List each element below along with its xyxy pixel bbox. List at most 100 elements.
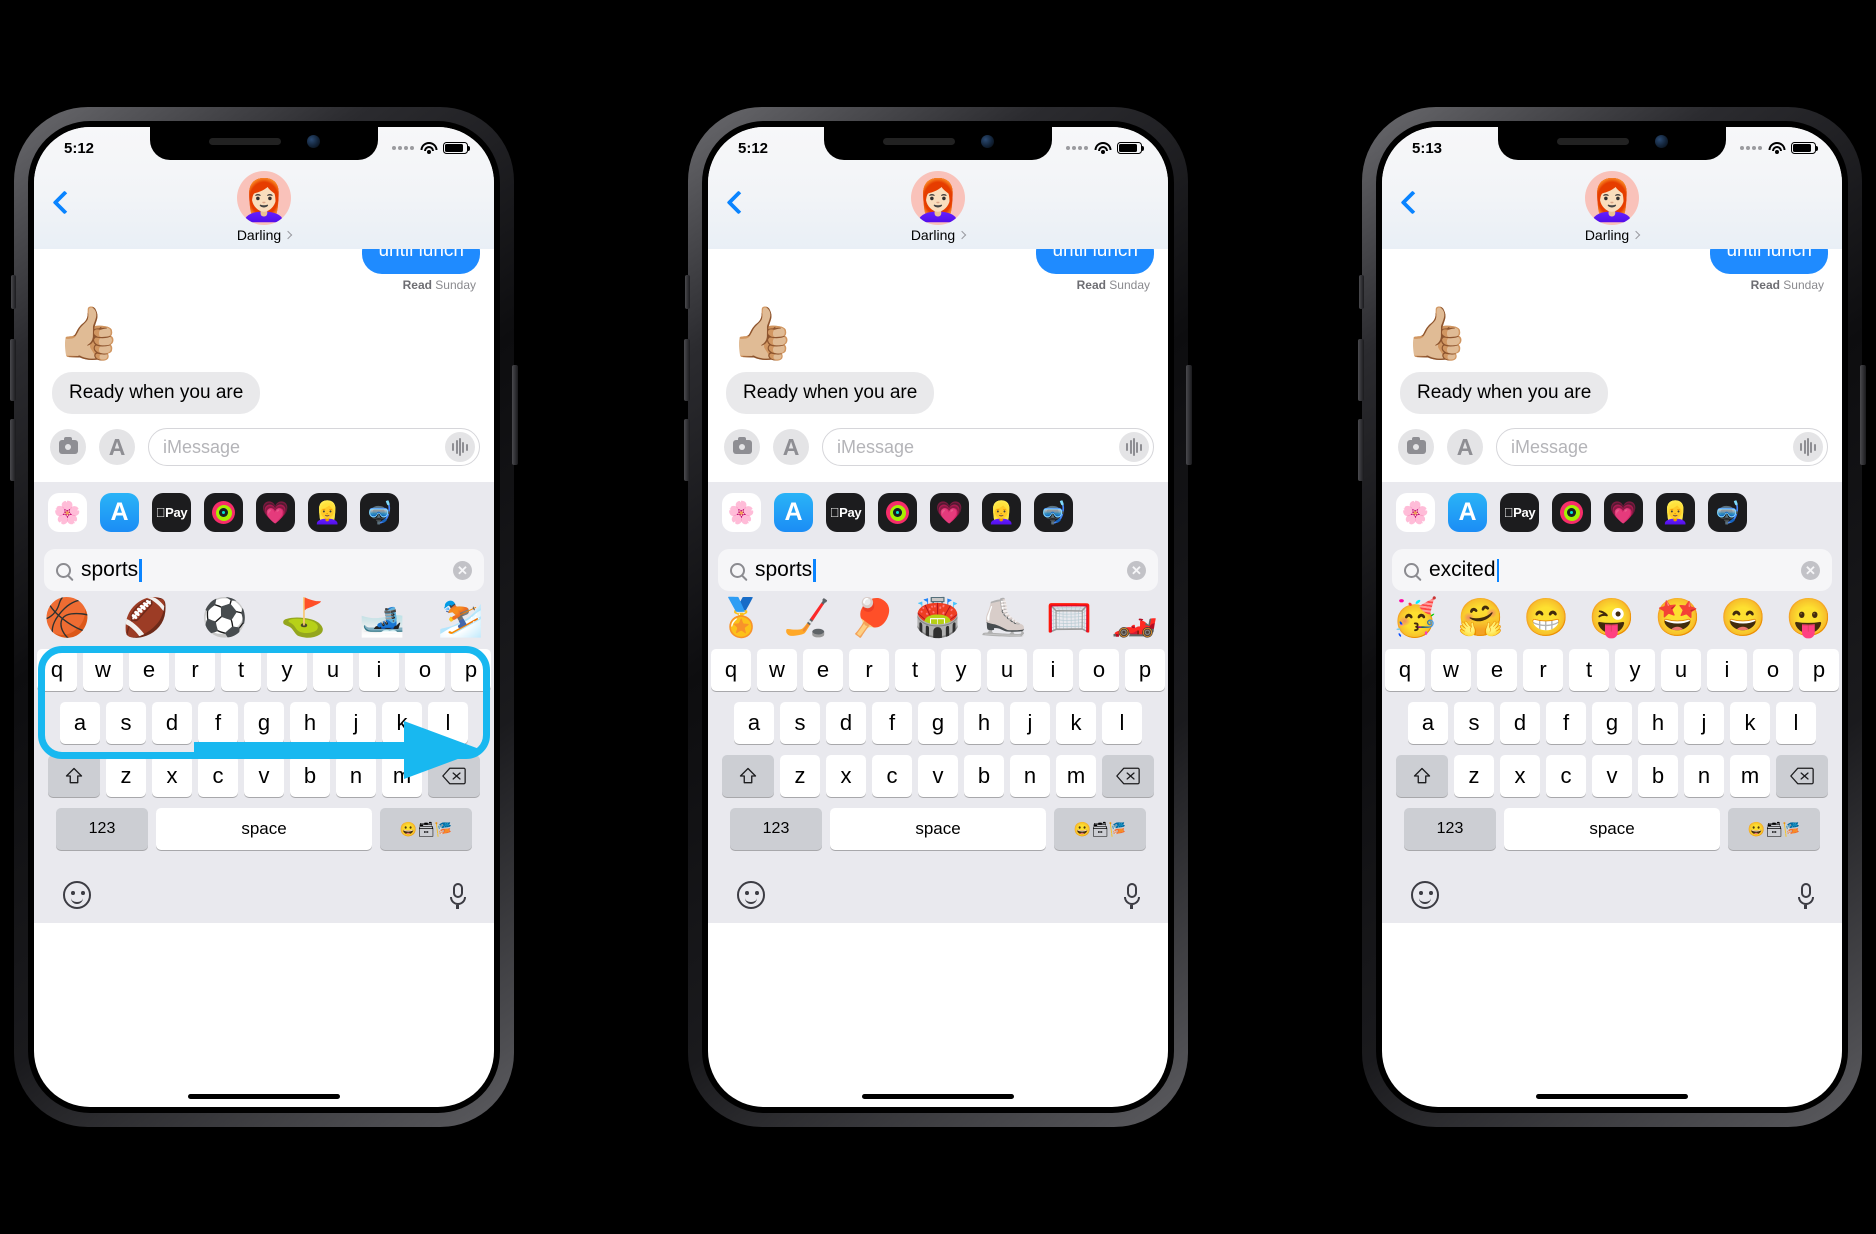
app-icon-memoji[interactable]: 👱‍♀️ [308,493,347,532]
key-h[interactable]: h [964,702,1004,744]
key-y[interactable]: y [267,649,307,691]
key-k[interactable]: k [382,702,422,744]
clear-search-button[interactable]: ✕ [453,560,472,580]
back-chevron-icon[interactable] [52,190,77,215]
audio-waveform-icon[interactable] [445,432,475,462]
keyboard-2[interactable]: q w e r t y u i o p a s d f g h j k l z … [708,645,1168,923]
key-e[interactable]: e [1477,649,1517,691]
app-icon-app-store[interactable]: A [1448,493,1487,532]
key-c[interactable]: c [198,755,238,797]
space-key[interactable]: space [830,808,1046,850]
key-c[interactable]: c [872,755,912,797]
key-f[interactable]: f [872,702,912,744]
keyboard-3[interactable]: q w e r t y u i o p a s d f g h j k l z … [1382,645,1842,923]
key-n[interactable]: n [1684,755,1724,797]
key-p[interactable]: p [1125,649,1165,691]
key-b[interactable]: b [964,755,1004,797]
contact-header-3[interactable]: 👩🏻‍🦰 Darling [1584,171,1641,243]
emoji-result[interactable]: ⛳ [280,599,326,636]
memoji-avatar[interactable]: 👩🏻‍🦰 [236,171,291,225]
emoji-result[interactable]: 😄 [1720,599,1766,636]
memoji-avatar[interactable]: 👩🏻‍🦰 [1584,171,1639,225]
key-p[interactable]: p [451,649,491,691]
emoji-keyboard-icon[interactable] [1411,881,1439,909]
app-icon-app-store[interactable]: A [774,493,813,532]
key-s[interactable]: s [1454,702,1494,744]
app-icon-photos[interactable]: 🌸 [1396,493,1435,532]
numbers-key[interactable]: 123 [1404,808,1496,850]
imessage-app-drawer-2[interactable]: 🌸 A Pay 💗 👱‍♀️ 🤿 [708,482,1168,543]
app-icon-memoji-sticker[interactable]: 🤿 [1708,493,1747,532]
key-u[interactable]: u [313,649,353,691]
app-icon-health[interactable]: 💗 [930,493,969,532]
key-d[interactable]: d [152,702,192,744]
imessage-input[interactable]: iMessage [148,428,480,466]
emoji-result[interactable]: 🤩 [1655,599,1701,636]
memoji-avatar[interactable]: 👩🏻‍🦰 [910,171,965,225]
key-s[interactable]: s [106,702,146,744]
app-icon-photos[interactable]: 🌸 [722,493,761,532]
key-r[interactable]: r [849,649,889,691]
shift-key[interactable] [1396,755,1448,797]
mute-switch[interactable] [685,275,690,309]
microphone-icon[interactable] [450,883,466,909]
emoji-result[interactable]: ⚽ [202,599,248,636]
app-icon-apple-pay[interactable]: Pay [152,493,191,532]
key-u[interactable]: u [1661,649,1701,691]
emoji-search-field-2[interactable]: sports ✕ [718,549,1158,591]
emoji-result[interactable]: 🤗 [1458,599,1504,636]
key-k[interactable]: k [1056,702,1096,744]
key-z[interactable]: z [780,755,820,797]
delete-key[interactable] [1776,755,1828,797]
key-b[interactable]: b [290,755,330,797]
key-z[interactable]: z [1454,755,1494,797]
key-g[interactable]: g [244,702,284,744]
key-y[interactable]: y [1615,649,1655,691]
home-indicator-2[interactable] [862,1094,1014,1099]
audio-waveform-icon[interactable] [1119,432,1149,462]
key-n[interactable]: n [1010,755,1050,797]
imessage-input[interactable]: iMessage [822,428,1154,466]
back-chevron-icon[interactable] [726,190,751,215]
shift-key[interactable] [722,755,774,797]
home-indicator-3[interactable] [1536,1094,1688,1099]
power-button[interactable] [512,365,518,465]
delete-key[interactable] [1102,755,1154,797]
home-indicator-1[interactable] [188,1094,340,1099]
key-o[interactable]: o [1753,649,1793,691]
key-r[interactable]: r [1523,649,1563,691]
emoji-results-row-2[interactable]: 🏅 🏒 🏓 🏟️ ⛸️ 🥅 🏎️ [718,591,1158,645]
key-m[interactable]: m [382,755,422,797]
imessage-app-drawer-1[interactable]: 🌸 A Pay 💗 👱‍♀️ 🤿 [34,482,494,543]
key-g[interactable]: g [918,702,958,744]
key-m[interactable]: m [1056,755,1096,797]
audio-waveform-icon[interactable] [1793,432,1823,462]
emoji-result[interactable]: ⛸️ [981,599,1027,636]
app-icon-fitness[interactable] [878,493,917,532]
key-i[interactable]: i [359,649,399,691]
mute-switch[interactable] [11,275,16,309]
key-o[interactable]: o [1079,649,1119,691]
emoji-result[interactable]: 🏎️ [1112,599,1158,636]
key-v[interactable]: v [244,755,284,797]
volume-up-button[interactable] [1358,339,1364,401]
emoji-results-row-1[interactable]: 🏀 🏈 ⚽ ⛳ 🎿 ⛷️ [44,591,484,645]
key-x[interactable]: x [826,755,866,797]
key-a[interactable]: a [1408,702,1448,744]
key-c[interactable]: c [1546,755,1586,797]
imessage-input[interactable]: iMessage [1496,428,1828,466]
key-j[interactable]: j [1684,702,1724,744]
key-h[interactable]: h [1638,702,1678,744]
shift-key[interactable] [48,755,100,797]
volume-down-button[interactable] [684,419,690,481]
app-icon-photos[interactable]: 🌸 [48,493,87,532]
power-button[interactable] [1860,365,1866,465]
key-p[interactable]: p [1799,649,1839,691]
key-k[interactable]: k [1730,702,1770,744]
key-t[interactable]: t [895,649,935,691]
microphone-icon[interactable] [1798,883,1814,909]
emoji-result[interactable]: 🥅 [1046,599,1092,636]
emoji-result[interactable]: 😁 [1523,599,1569,636]
emoji-keyboard-icon[interactable] [737,881,765,909]
app-icon-memoji-sticker[interactable]: 🤿 [1034,493,1073,532]
